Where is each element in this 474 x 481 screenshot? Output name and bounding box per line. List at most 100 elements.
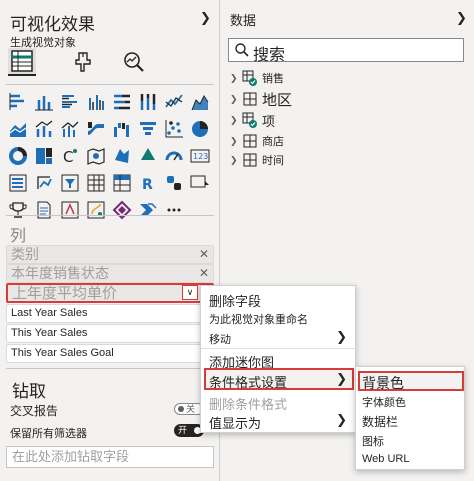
table-icon <box>243 92 257 106</box>
r-script-visual-icon[interactable]: R <box>138 173 158 193</box>
divider <box>6 215 214 216</box>
table-with-check-icon <box>242 70 257 86</box>
field-options-chevron-icon[interactable]: ∨ <box>182 285 198 300</box>
table-icon <box>243 134 257 148</box>
remove-field-icon[interactable]: ✕ <box>199 246 209 263</box>
expand-caret-icon[interactable]: ❯ <box>230 136 242 147</box>
matrix-icon[interactable] <box>112 173 132 193</box>
power-automate-icon[interactable] <box>138 200 158 220</box>
kpi-icon[interactable] <box>34 173 54 193</box>
field-well-last-year-avg-price[interactable]: 上年度平均单价 ∨ <box>6 283 214 303</box>
collapse-data-pane-icon[interactable]: ❯ <box>456 10 467 26</box>
map-icon[interactable] <box>86 146 106 166</box>
expand-caret-icon[interactable]: ❯ <box>230 73 242 84</box>
slicer-icon[interactable] <box>60 173 80 193</box>
qa-visual-icon[interactable] <box>60 200 80 220</box>
funnel-chart-icon[interactable] <box>138 119 158 139</box>
columns-section-label: 列 <box>10 228 27 245</box>
expand-caret-icon[interactable]: ❯ <box>230 115 242 126</box>
field-well-this-year-sales[interactable]: This Year Sales ∨ <box>6 324 214 343</box>
menu-item-icons[interactable]: 图标 <box>362 433 384 449</box>
menu-item-data-bars[interactable]: 数据栏 <box>362 413 398 430</box>
field-well-label: This Year Sales <box>11 327 88 339</box>
field-well-last-year-sales[interactable]: Last Year Sales ∨ <box>6 304 214 323</box>
key-influencers-icon[interactable] <box>190 173 210 193</box>
menu-item-background-color[interactable]: 背景色 <box>362 373 404 393</box>
submenu-arrow-icon: ❯ <box>336 412 347 427</box>
smart-narrative-icon[interactable] <box>86 200 106 220</box>
table-label: 时间 <box>262 155 284 167</box>
decomposition-tree-icon[interactable]: C <box>60 146 80 166</box>
line-and-stacked-column-chart-icon[interactable] <box>34 119 54 139</box>
table-build-icon[interactable] <box>8 48 36 76</box>
100-stacked-bar-chart-icon[interactable] <box>112 92 132 112</box>
trophy-icon[interactable] <box>8 200 28 220</box>
expand-caret-icon[interactable]: ❯ <box>230 155 242 166</box>
field-well-this-year-status[interactable]: 本年度销售状态 ✕ <box>6 264 214 283</box>
waterfall-chart-icon[interactable] <box>112 119 132 139</box>
drill-through-field-well[interactable]: 在此处添加钻取字段 <box>6 446 214 468</box>
viz-pane-title: 可视化效果 <box>10 15 95 34</box>
field-well-label: This Year Sales Goal <box>11 347 114 359</box>
expand-caret-icon[interactable]: ❯ <box>230 94 242 105</box>
divider <box>6 368 214 369</box>
menu-item-conditional-formatting[interactable]: 条件格式设置 <box>209 372 287 391</box>
submenu-arrow-icon: ❯ <box>336 371 347 386</box>
filled-map-icon[interactable] <box>112 146 132 166</box>
clustered-bar-chart-icon[interactable] <box>60 92 80 112</box>
remove-field-icon[interactable]: ✕ <box>199 265 209 282</box>
ribbon-chart-icon[interactable] <box>86 119 106 139</box>
area-chart-icon[interactable] <box>190 92 210 112</box>
table-icon <box>243 153 257 167</box>
table-icon[interactable] <box>86 173 106 193</box>
more-visuals-icon[interactable] <box>164 200 184 220</box>
svg-text:R: R <box>142 177 153 193</box>
menu-item-web-url[interactable]: Web URL <box>362 453 409 465</box>
build-tabs <box>8 48 158 78</box>
data-search-input[interactable]: 搜索 <box>228 38 464 64</box>
donut-chart-icon[interactable] <box>8 146 28 166</box>
format-paint-icon[interactable] <box>70 48 98 76</box>
menu-item-show-value-as[interactable]: 值显示为 <box>209 413 261 432</box>
stacked-column-chart-icon[interactable] <box>34 92 54 112</box>
field-well-label: 类别 <box>11 246 39 262</box>
gauge-icon[interactable] <box>164 146 184 166</box>
search-placeholder: 搜索 <box>253 47 286 64</box>
divider <box>6 84 214 85</box>
menu-item-rename-for-visual[interactable]: 为此视觉对象重命名 <box>209 311 308 327</box>
table-store[interactable]: ❯ 商店 <box>230 131 284 151</box>
pie-chart-icon[interactable] <box>190 119 210 139</box>
treemap-icon[interactable] <box>34 146 54 166</box>
table-sales[interactable]: ❯ 销售 <box>230 68 284 88</box>
100-stacked-column-chart-icon[interactable] <box>138 92 158 112</box>
menu-item-font-color[interactable]: 字体颜色 <box>362 394 406 410</box>
multi-row-card-icon[interactable] <box>8 173 28 193</box>
line-chart-icon[interactable] <box>164 92 184 112</box>
stacked-bar-chart-icon[interactable] <box>8 92 28 112</box>
table-time[interactable]: ❯ 时间 <box>230 150 284 170</box>
scatter-chart-icon[interactable] <box>164 119 184 139</box>
field-well-label: Last Year Sales <box>11 307 88 319</box>
paginated-report-icon[interactable] <box>34 200 54 220</box>
field-well-label: 上年度平均单价 <box>12 285 118 302</box>
collapse-viz-pane-icon[interactable]: ❯ <box>200 10 211 26</box>
data-pane-title: 数据 <box>230 13 257 28</box>
table-region[interactable]: ❯ 地区 <box>230 89 292 109</box>
clustered-column-chart-icon[interactable] <box>86 92 106 112</box>
shape-map-icon[interactable] <box>138 146 158 166</box>
search-icon <box>234 42 250 63</box>
field-well-this-year-sales-goal[interactable]: This Year Sales Goal ∨ <box>6 344 214 363</box>
power-apps-icon[interactable] <box>112 200 132 220</box>
submenu-arrow-icon: ❯ <box>336 329 347 344</box>
line-and-clustered-column-chart-icon[interactable] <box>60 119 80 139</box>
card-icon[interactable]: 123 <box>190 146 210 166</box>
menu-item-remove-field[interactable]: 删除字段 <box>209 291 261 310</box>
stacked-area-chart-icon[interactable] <box>8 119 28 139</box>
menu-separator <box>201 348 357 349</box>
table-item[interactable]: ❯ 项 <box>230 110 275 130</box>
menu-item-move[interactable]: 移动 <box>209 331 231 347</box>
cross-report-state: 关 <box>186 404 196 414</box>
analytics-icon[interactable] <box>120 48 148 76</box>
field-well-category[interactable]: 类别 ✕ <box>6 245 214 264</box>
python-visual-icon[interactable] <box>164 173 184 193</box>
